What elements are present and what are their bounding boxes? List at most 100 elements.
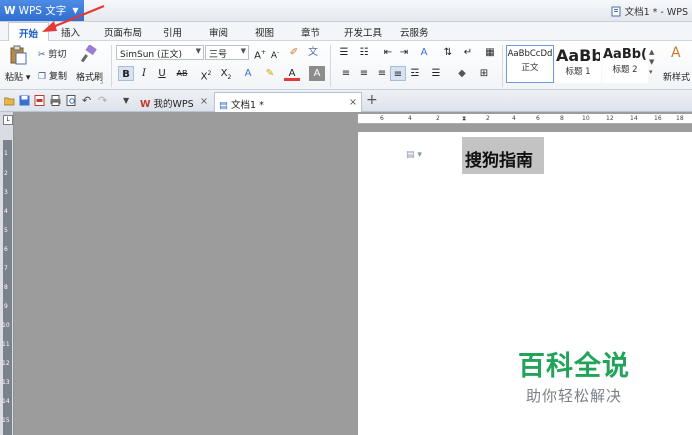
close-icon[interactable]: × — [349, 97, 357, 108]
style-sample: AaBb( — [603, 47, 647, 62]
superscript-button[interactable]: X2 — [198, 66, 214, 82]
format-painter-icon-button[interactable] — [80, 44, 98, 66]
chevron-down-icon: ▼ — [195, 47, 201, 55]
phonetic-guide-icon[interactable]: 文 — [305, 45, 321, 60]
ruler-number: 5 — [4, 227, 8, 234]
style-label: 正文 — [521, 63, 539, 73]
highlight-color-icon[interactable]: ✎ — [262, 66, 278, 81]
watermark: 百科全说 助你轻松解决 — [518, 344, 630, 406]
subscript-button[interactable]: X2 — [218, 66, 234, 81]
app-menu-button[interactable]: W WPS 文字 ▼ — [0, 0, 84, 21]
tab-developer[interactable]: 开发工具 — [344, 25, 382, 39]
decrease-indent-icon[interactable]: ⇤ — [380, 45, 396, 60]
tab-label: 文档1 * — [231, 100, 264, 111]
ribbon-home: 粘贴 ▾ ✂ 剪切 ❐ 复制 格式刷 ⌟ SimSun (正文) ▼ 三号 ▼ … — [0, 41, 692, 90]
redo-icon[interactable]: ↷ — [98, 94, 107, 107]
sort-icon[interactable]: ⇅ — [440, 45, 456, 60]
cut-label: 剪切 — [48, 50, 67, 60]
document-heading[interactable]: 搜狗指南 — [462, 137, 544, 174]
paste-label-button[interactable]: 粘贴 ▾ — [5, 70, 30, 83]
tab-review[interactable]: 审阅 — [209, 25, 228, 39]
ruler-number: 6 — [380, 115, 384, 122]
grow-font-icon[interactable]: A+ — [252, 45, 268, 61]
show-marks-icon[interactable]: ↵ — [460, 45, 476, 60]
tab-chapter[interactable]: 章节 — [301, 25, 320, 39]
paragraph-options-icon[interactable]: ▤ ▾ — [406, 150, 422, 160]
numbered-list-icon[interactable]: ☷ — [356, 45, 372, 60]
ruler-number: 16 — [654, 115, 662, 122]
ruler-number: 3 — [4, 189, 8, 196]
dialog-launcher-icon[interactable]: ⌟ — [100, 78, 103, 85]
shading-icon[interactable]: ◆ — [454, 66, 470, 81]
ruler-number: 6 — [4, 246, 8, 253]
vertical-ruler: L 1 2 3 4 5 6 7 8 9 10 11 12 13 14 15 — [0, 112, 14, 435]
strikethrough-button[interactable]: AB — [174, 66, 190, 81]
font-size-value: 三号 — [209, 50, 228, 60]
underline-button[interactable]: U — [154, 66, 170, 81]
chevron-down-icon: ▼ — [240, 47, 246, 55]
chevron-down-icon[interactable]: ▼ — [123, 96, 129, 105]
bullet-list-icon[interactable]: ☰ — [336, 45, 352, 60]
align-center-icon[interactable]: ≡ — [356, 66, 372, 81]
cut-button[interactable]: ✂ 剪切 — [38, 47, 66, 60]
chinese-layout-icon[interactable]: A — [416, 45, 432, 60]
font-color-icon[interactable]: A — [284, 66, 300, 81]
paste-button[interactable] — [8, 45, 28, 68]
new-style-button[interactable]: 新样式 — [663, 70, 690, 83]
separator — [502, 45, 503, 87]
document-workspace: L 1 2 3 4 5 6 7 8 9 10 11 12 13 14 15 6 … — [0, 112, 692, 435]
tab-references[interactable]: 引用 — [163, 25, 182, 39]
save-icon[interactable] — [19, 95, 30, 106]
style-label: 标题 2 — [612, 65, 638, 75]
tab-home[interactable]: 开始 — [8, 22, 50, 42]
quick-access-toolbar: ↶ ↷ ▼ W 我的WPS × ▤ 文档1 * × + — [0, 90, 692, 112]
tab-cloud-services[interactable]: 云服务 — [400, 25, 429, 39]
new-tab-icon[interactable]: + — [366, 92, 378, 108]
font-size-select[interactable]: 三号 ▼ — [205, 45, 249, 60]
close-icon[interactable]: × — [200, 96, 208, 107]
ruler-number: 18 — [676, 115, 684, 122]
styles-scroll-icon[interactable]: ▲ ▼ ▾ — [649, 47, 654, 77]
export-pdf-icon[interactable] — [34, 95, 45, 106]
style-heading-2[interactable]: AaBb( 标题 2 — [602, 45, 648, 83]
style-normal[interactable]: AaBbCcDd 正文 — [506, 45, 554, 83]
style-sample: AaBbCcDd — [507, 49, 553, 59]
horizontal-ruler: 6 4 2 ⧗ 2 4 6 8 10 12 14 16 18 — [358, 114, 692, 124]
text-effect-icon[interactable]: A — [240, 66, 256, 81]
tab-page-layout[interactable]: 页面布局 — [104, 25, 142, 39]
print-preview-icon[interactable] — [66, 95, 77, 106]
increase-indent-icon[interactable]: ⇥ — [396, 45, 412, 60]
indent-marker-icon[interactable]: ⧗ — [462, 115, 466, 123]
tab-document-1[interactable]: ▤ 文档1 * × — [214, 92, 362, 112]
distributed-align-icon[interactable]: ☲ — [407, 66, 423, 81]
window-title: 文档1 * - WPS — [611, 4, 688, 18]
justify-icon[interactable]: ≡ — [390, 66, 406, 81]
align-right-icon[interactable]: ≡ — [374, 66, 390, 81]
style-sample: AaBb — [556, 46, 600, 65]
document-page[interactable]: ▤ ▾ 搜狗指南 百科全说 助你轻松解决 — [358, 132, 692, 435]
new-style-icon[interactable]: A — [671, 45, 681, 61]
tab-stop-selector[interactable]: L — [3, 115, 13, 125]
tab-view[interactable]: 视图 — [255, 25, 274, 39]
style-heading-1[interactable]: AaBb 标题 1 — [555, 45, 601, 83]
line-spacing-icon[interactable]: ☰ — [428, 66, 444, 81]
tab-insert[interactable]: 插入 — [61, 25, 80, 39]
borders-icon[interactable]: ⊞ — [476, 66, 492, 81]
format-painter-button[interactable]: 格式刷 — [76, 70, 103, 83]
bold-button[interactable]: B — [118, 66, 134, 81]
open-folder-icon[interactable] — [4, 95, 15, 106]
ruler-number: 2 — [436, 115, 440, 122]
tab-my-wps[interactable]: W 我的WPS × — [136, 92, 212, 112]
align-left-icon[interactable]: ≡ — [338, 66, 354, 81]
clear-format-icon[interactable]: ✐ — [286, 45, 302, 60]
copy-button[interactable]: ❐ 复制 — [38, 69, 67, 82]
print-icon[interactable] — [50, 95, 61, 106]
character-shading-icon[interactable]: A — [309, 66, 325, 81]
font-name-select[interactable]: SimSun (正文) ▼ — [116, 45, 204, 60]
table-grid-icon[interactable]: ▦ — [482, 45, 498, 60]
italic-button[interactable]: I — [136, 66, 152, 81]
undo-icon[interactable]: ↶ — [82, 94, 91, 107]
shrink-font-icon[interactable]: A- — [267, 45, 283, 61]
watermark-subtitle: 助你轻松解决 — [525, 387, 622, 405]
brush-icon — [80, 44, 97, 63]
